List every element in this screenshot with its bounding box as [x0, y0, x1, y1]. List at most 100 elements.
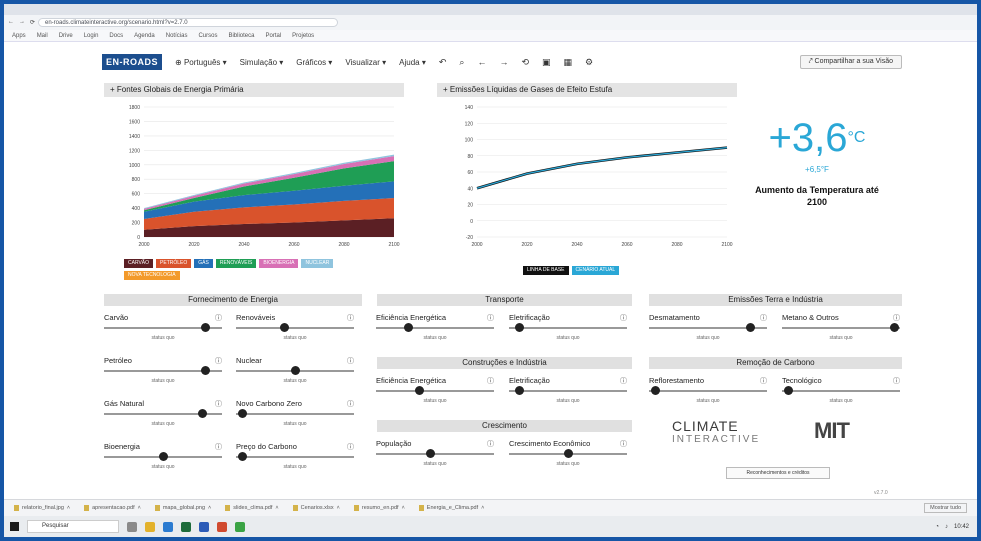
slider-handle[interactable]	[238, 409, 248, 418]
bookmark-item[interactable]: Mail	[37, 33, 48, 39]
chevron-up-icon[interactable]: ˄	[275, 505, 278, 511]
slider-handle[interactable]	[200, 323, 210, 332]
slider-track[interactable]	[376, 390, 494, 392]
info-icon[interactable]: ⓘ	[215, 442, 222, 452]
slider-track[interactable]	[236, 456, 354, 458]
info-icon[interactable]: ⓘ	[215, 356, 222, 366]
chevron-up-icon[interactable]: ˄	[481, 505, 484, 511]
slider-handle[interactable]	[651, 386, 661, 395]
bookmark-item[interactable]: Projetos	[292, 33, 314, 39]
bookmark-item[interactable]: Apps	[12, 33, 26, 39]
slider-track[interactable]	[509, 390, 627, 392]
powerpoint-icon[interactable]	[217, 521, 227, 532]
legend-item[interactable]: NUCLEAR	[301, 259, 334, 268]
info-icon[interactable]: ⓘ	[347, 313, 354, 323]
slider-0[interactable]: Carvão ⓘ status quo	[104, 313, 224, 349]
slider-11[interactable]: Eletrificação ⓘ status quo	[509, 376, 629, 412]
undo-icon[interactable]: ↶	[439, 57, 447, 68]
slider-14[interactable]: Desmatamento ⓘ status quo	[649, 313, 769, 349]
chevron-up-icon[interactable]: ˄	[67, 505, 70, 511]
bookmark-item[interactable]: Drive	[59, 33, 73, 39]
reload-icon[interactable]: ⟳	[30, 19, 35, 26]
bookmark-item[interactable]: Docs	[109, 33, 123, 39]
legend-item[interactable]: GÁS	[194, 259, 213, 268]
excel-icon[interactable]	[181, 521, 191, 532]
info-icon[interactable]: ⓘ	[893, 376, 900, 386]
slider-handle[interactable]	[784, 386, 794, 395]
slider-15[interactable]: Metano & Outros ⓘ status quo	[782, 313, 902, 349]
bookmark-item[interactable]: Portal	[265, 33, 281, 39]
show-all-downloads-button[interactable]: Mostrar tudo	[924, 503, 967, 513]
url-input[interactable]: en-roads.climateinteractive.org/scenario…	[38, 18, 338, 27]
slider-track[interactable]	[649, 390, 767, 392]
info-icon[interactable]: ⓘ	[487, 439, 494, 449]
edge-icon[interactable]	[163, 521, 173, 532]
chevron-up-icon[interactable]: ˄	[208, 505, 211, 511]
chevron-up-icon[interactable]: ˄	[402, 505, 405, 511]
legend-item[interactable]: PETRÓLEO	[156, 259, 192, 268]
bookmark-item[interactable]: Agenda	[134, 33, 155, 39]
legend-item[interactable]: RENOVÁVEIS	[215, 259, 257, 268]
acknowledgements-button[interactable]: Reconhecimentos e créditos	[726, 467, 830, 479]
slider-6[interactable]: Bioenergia ⓘ status quo	[104, 442, 224, 478]
grid-icon[interactable]: ▦	[564, 57, 573, 68]
info-icon[interactable]: ⓘ	[487, 376, 494, 386]
slider-2[interactable]: Petróleo ⓘ status quo	[104, 356, 224, 392]
slider-4[interactable]: Gás Natural ⓘ status quo	[104, 399, 224, 435]
download-item[interactable]: apresentacao.pdf ˄	[84, 505, 141, 511]
slider-track[interactable]	[509, 327, 627, 329]
slider-handle[interactable]	[280, 323, 289, 332]
volume-icon[interactable]: ♪	[945, 524, 948, 530]
back-arrow-icon[interactable]: ←	[477, 57, 486, 67]
slider-3[interactable]: Nuclear ⓘ status quo	[236, 356, 356, 392]
download-item[interactable]: relatorio_final.jpg ˄	[14, 505, 70, 511]
slider-handle[interactable]	[197, 409, 207, 418]
wifi-icon[interactable]: ◔	[935, 524, 939, 530]
info-icon[interactable]: ⓘ	[620, 313, 627, 323]
slider-handle[interactable]	[200, 366, 210, 375]
slider-handle[interactable]	[514, 323, 524, 332]
windows-start-icon[interactable]	[10, 522, 19, 531]
slider-handle[interactable]	[745, 323, 755, 332]
forward-arrow-icon[interactable]: →	[499, 57, 508, 67]
search-icon[interactable]: ⌕	[459, 57, 464, 68]
info-icon[interactable]: ⓘ	[620, 376, 627, 386]
slider-handle[interactable]	[414, 386, 424, 395]
bookmark-item[interactable]: Cursos	[198, 33, 217, 39]
clock[interactable]: 10:42	[954, 524, 969, 530]
slider-handle[interactable]	[238, 452, 248, 461]
download-item[interactable]: mapa_global.png ˄	[154, 505, 211, 511]
download-item[interactable]: resumo_en.pdf ˄	[353, 505, 405, 511]
slider-9[interactable]: Eletrificação ⓘ status quo	[509, 313, 629, 349]
taskbar-search[interactable]: Pesquisar	[27, 520, 119, 533]
slider-track[interactable]	[236, 413, 354, 415]
chevron-up-icon[interactable]: ˄	[337, 505, 340, 511]
nav-buttons[interactable]: ← → ⟳	[8, 19, 38, 26]
task-view-icon[interactable]	[127, 521, 137, 532]
slider-12[interactable]: População ⓘ status quo	[376, 439, 496, 475]
chevron-up-icon[interactable]: ˄	[138, 505, 141, 511]
file-explorer-icon[interactable]	[145, 521, 155, 532]
download-item[interactable]: slides_clima.pdf ˄	[225, 505, 279, 511]
word-icon[interactable]	[199, 521, 209, 532]
slider-track[interactable]	[376, 453, 494, 455]
slider-17[interactable]: Tecnológico ⓘ status quo	[782, 376, 902, 412]
chrome-icon[interactable]	[235, 521, 245, 532]
info-icon[interactable]: ⓘ	[347, 356, 354, 366]
legend-item[interactable]: NOVA TECNOLOGIA	[124, 271, 180, 280]
info-icon[interactable]: ⓘ	[215, 399, 222, 409]
bookmark-item[interactable]: Login	[84, 33, 99, 39]
slider-handle[interactable]	[403, 323, 413, 332]
menu-graphs[interactable]: Gráficos ▾	[296, 58, 332, 67]
settings-icon[interactable]: ⚙	[585, 57, 593, 68]
slider-16[interactable]: Reflorestamento ⓘ status quo	[649, 376, 769, 412]
download-item[interactable]: Cenarios.xlsx ˄	[292, 505, 340, 511]
slider-handle[interactable]	[564, 449, 573, 458]
chart1-header[interactable]: + Fontes Globais de Energia Primária	[104, 83, 404, 97]
layout-icon[interactable]: ▣	[542, 57, 551, 68]
slider-handle[interactable]	[514, 386, 524, 395]
info-icon[interactable]: ⓘ	[620, 439, 627, 449]
slider-track[interactable]	[376, 327, 494, 329]
slider-track[interactable]	[782, 327, 900, 329]
info-icon[interactable]: ⓘ	[760, 313, 767, 323]
